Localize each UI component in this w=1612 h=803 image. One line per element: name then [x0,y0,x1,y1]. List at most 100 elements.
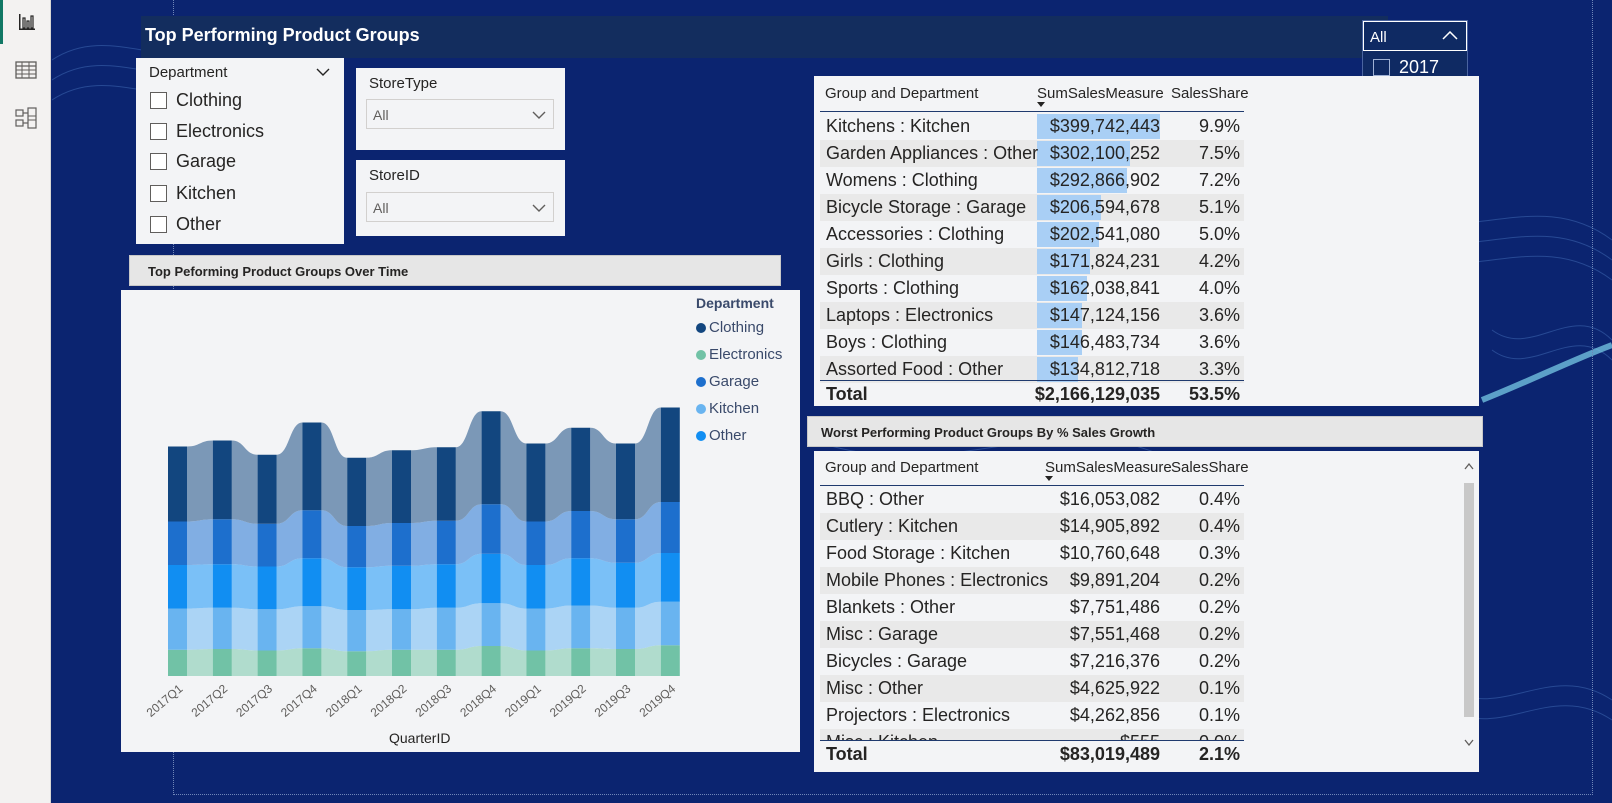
bar-segment-clothing [347,457,367,526]
ribbon-clothing [545,427,572,522]
department-slicer-title: Department [149,64,228,81]
bar-segment-garage [526,521,546,565]
worst-table-viewport[interactable]: BBQ : Other $16,053,082 0.4% Cutlery : Kitc… [820,486,1244,740]
storeid-slicer: StoreID All [356,160,565,236]
year-dropdown[interactable]: All [1363,21,1467,51]
table-row[interactable]: Food Storage : Kitchen $10,760,648 0.3% [820,540,1244,567]
table-row[interactable]: Bicycles : Garage $7,216,376 0.2% [820,648,1244,675]
column-header-share[interactable]: SalesShare [1171,459,1249,476]
group-cell: Assorted Food : Other [826,359,1004,379]
checkbox[interactable] [150,184,167,202]
ribbon-clothing [366,450,392,526]
bar-segment-kitchen [347,610,367,652]
share-cell: 3.3% [1198,359,1240,379]
legend-item[interactable]: Garage [696,373,759,390]
table-view-button[interactable] [0,48,51,92]
scrollbar-thumb[interactable] [1464,483,1474,717]
checkbox[interactable] [150,152,167,170]
table-row[interactable]: Misc : Other $4,625,922 0.1% [820,675,1244,702]
legend-item[interactable]: Electronics [696,346,782,363]
bar-segment-garage [616,519,635,563]
ribbon-electronics [590,648,616,676]
table-row[interactable]: Misc : Kitchen $555 0.0% [820,729,1244,740]
legend-marker-icon [696,376,706,387]
legend-item[interactable]: Other [696,427,747,444]
table-row[interactable]: Girls : Clothing $171,824,231 4.2% [820,248,1244,275]
checkbox[interactable] [150,91,167,109]
chevron-down-icon[interactable] [316,67,330,77]
model-view-button[interactable] [0,96,51,140]
legend-item[interactable]: Clothing [696,319,764,336]
table-row[interactable]: Misc : Garage $7,551,468 0.2% [820,621,1244,648]
ribbon-kitchen [276,606,303,651]
storetype-value: All [373,107,389,123]
table-row[interactable]: Kitchens : Kitchen $399,742,443 9.9% [820,113,1244,140]
sales-cell: $9,891,204 [1069,570,1160,590]
table-row[interactable]: Accessories : Clothing $202,541,080 5.0% [820,221,1244,248]
column-header-share[interactable]: SalesShare [1171,85,1249,102]
table-row[interactable]: Assorted Food : Other $134,812,718 3.3% [820,356,1244,383]
table-row[interactable]: Mobile Phones : Electronics $9,891,204 0.2… [820,567,1244,594]
checkbox[interactable] [150,122,167,140]
bar-segment-clothing [302,422,322,511]
ribbon-electronics [635,645,661,676]
top-groups-table[interactable]: Group and Department SumSalesMeasure Sal… [814,76,1479,406]
column-header-group[interactable]: Group and Department [825,459,978,476]
storeid-dropdown[interactable]: All [366,192,554,222]
column-header-sales[interactable]: SumSalesMeasure [1037,85,1164,102]
legend-item[interactable]: Kitchen [696,400,759,417]
ribbon-electronics [321,648,348,676]
top-table-total-row: Total $2,166,129,035 53.5% [820,384,1244,406]
scroll-down-icon[interactable] [1464,739,1474,746]
table-row[interactable]: Laptops : Electronics $147,124,156 3.6% [820,302,1244,329]
legend-marker-icon [696,349,706,360]
table-row[interactable]: Blankets : Other $7,751,486 0.2% [820,594,1244,621]
department-option-clothing[interactable]: Clothing [150,89,242,111]
checkbox[interactable] [150,215,167,233]
table-row[interactable]: Womens : Clothing $292,866,902 7.2% [820,167,1244,194]
bar-segment-clothing [616,443,635,520]
table-row[interactable]: Boys : Clothing $146,483,734 3.6% [820,329,1244,356]
column-header-sales[interactable]: SumSalesMeasure [1045,459,1172,476]
department-option-other[interactable]: Other [150,213,221,235]
table-row[interactable]: BBQ : Other $16,053,082 0.4% [820,486,1244,513]
department-slicer[interactable]: Department Clothing Electronics Garage K… [136,58,344,244]
table-row[interactable]: Projectors : Electronics $4,262,856 0.1% [820,702,1244,729]
group-cell: Sports : Clothing [826,278,960,298]
table-row[interactable]: Garden Appliances : Other $302,100,252 7.5… [820,140,1244,167]
department-option-electronics[interactable]: Electronics [150,120,264,142]
storetype-dropdown[interactable]: All [366,99,554,129]
checkbox[interactable] [1373,58,1390,76]
column-header-group[interactable]: Group and Department [825,85,978,102]
ribbon-kitchen [500,603,527,651]
ribbon-kitchen [321,606,348,652]
ribbon-chart[interactable]: 2017Q1 2017Q2 2017Q3 2017Q4 2018Q1 2018Q2 2018… [121,290,681,752]
worst-groups-table[interactable]: Group and Department SumSalesMeasure Sal… [814,451,1479,772]
table-row[interactable]: Sports : Clothing $162,038,841 4.0% [820,275,1244,302]
ribbon-chart-panel[interactable]: 2017Q1 2017Q2 2017Q3 2017Q4 2018Q1 2018Q2 2018… [121,290,800,752]
group-cell: Girls : Clothing [826,251,945,271]
table-row[interactable]: Bicycle Storage : Garage $206,594,678 5.1% [820,194,1244,221]
ribbon-clothing [231,440,258,524]
option-label: Garage [176,150,237,171]
ribbon-kitchen [231,607,258,651]
scroll-up-icon[interactable] [1464,463,1474,470]
department-option-kitchen[interactable]: Kitchen [150,182,236,204]
table-view-icon [14,61,37,79]
bar-segment-clothing [212,440,232,520]
share-cell: 3.6% [1198,305,1240,325]
table-row[interactable]: Cutlery : Kitchen $14,905,892 0.4% [820,513,1244,540]
bar-segment-clothing [526,443,546,522]
group-cell: Accessories : Clothing [826,224,1005,244]
bar-segment-clothing [571,427,591,511]
department-option-garage[interactable]: Garage [150,150,236,172]
share-cell: 0.3% [1198,543,1240,563]
legend-label: Electronics [709,346,783,363]
vertical-scrollbar[interactable] [1463,459,1475,759]
bar-segment-electronics [526,650,546,676]
year-option-2017[interactable]: 2017 [1373,56,1439,78]
share-cell: 0.2% [1198,624,1240,644]
x-tick-label: 2018Q1 [323,681,365,719]
report-view-button[interactable] [0,0,51,44]
legend-marker-icon [696,403,706,414]
